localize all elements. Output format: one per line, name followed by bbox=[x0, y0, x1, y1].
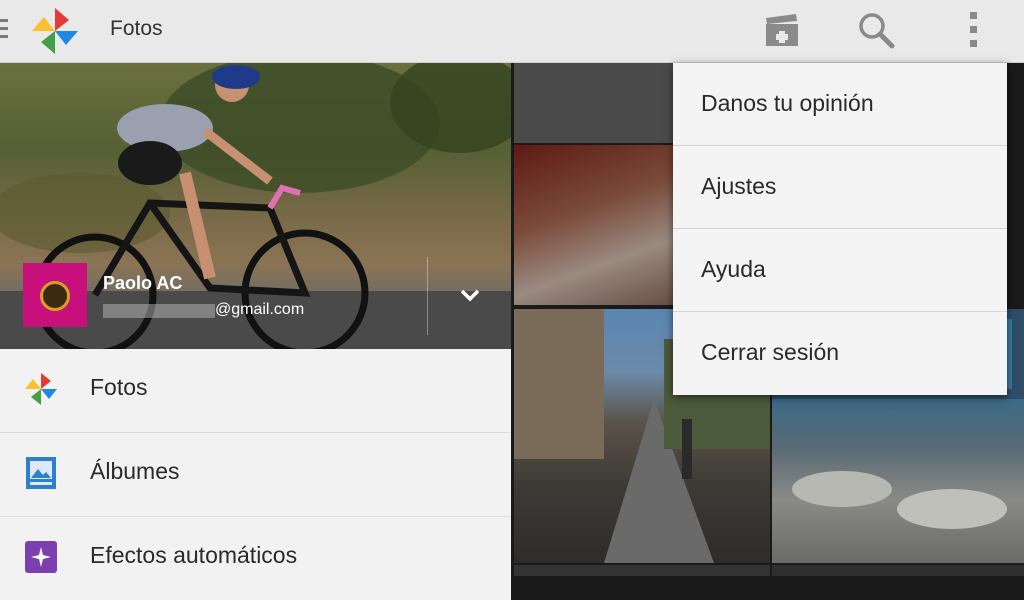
navigation-drawer: Paolo AC @gmail.com Fotos Álbumes Efecto… bbox=[0, 63, 511, 600]
nav-item-albumes[interactable]: Álbumes bbox=[0, 433, 511, 517]
menu-item-label: Danos tu opinión bbox=[701, 90, 874, 116]
sparkle-icon bbox=[25, 541, 57, 573]
menu-item-sign-out[interactable]: Cerrar sesión bbox=[673, 312, 1007, 394]
search-icon[interactable] bbox=[856, 10, 896, 50]
nav-item-fotos[interactable]: Fotos bbox=[0, 349, 511, 433]
photos-logo-icon[interactable] bbox=[28, 4, 82, 58]
divider bbox=[427, 257, 428, 335]
nav-item-label: Efectos automáticos bbox=[90, 542, 298, 568]
menu-item-label: Ajustes bbox=[701, 173, 777, 199]
nav-item-label: Álbumes bbox=[90, 458, 180, 484]
nav-item-label: Fotos bbox=[90, 374, 148, 400]
photo-thumbnail[interactable] bbox=[772, 565, 1024, 576]
avatar[interactable] bbox=[23, 263, 87, 327]
nav-item-efectos-automaticos[interactable]: Efectos automáticos bbox=[0, 517, 511, 600]
create-movie-icon[interactable] bbox=[762, 10, 802, 50]
account-name: Paolo AC bbox=[103, 273, 183, 293]
menu-item-settings[interactable]: Ajustes bbox=[673, 146, 1007, 229]
account-email: @gmail.com bbox=[215, 301, 305, 318]
menu-item-label: Ayuda bbox=[701, 256, 766, 282]
chevron-down-icon[interactable] bbox=[456, 285, 484, 305]
email-redaction bbox=[103, 304, 215, 318]
action-bar: Fotos bbox=[0, 0, 1024, 63]
menu-item-help[interactable]: Ayuda bbox=[673, 229, 1007, 312]
album-icon bbox=[26, 457, 56, 489]
overflow-menu: Danos tu opinión Ajustes Ayuda Cerrar se… bbox=[673, 63, 1007, 395]
app-title: Fotos bbox=[110, 17, 163, 40]
photo-thumbnail[interactable] bbox=[514, 565, 770, 576]
pinwheel-icon bbox=[25, 373, 57, 405]
menu-item-label: Cerrar sesión bbox=[701, 339, 840, 365]
menu-icon[interactable] bbox=[0, 19, 8, 43]
more-options-icon[interactable] bbox=[954, 10, 994, 50]
menu-item-feedback[interactable]: Danos tu opinión bbox=[673, 63, 1007, 146]
